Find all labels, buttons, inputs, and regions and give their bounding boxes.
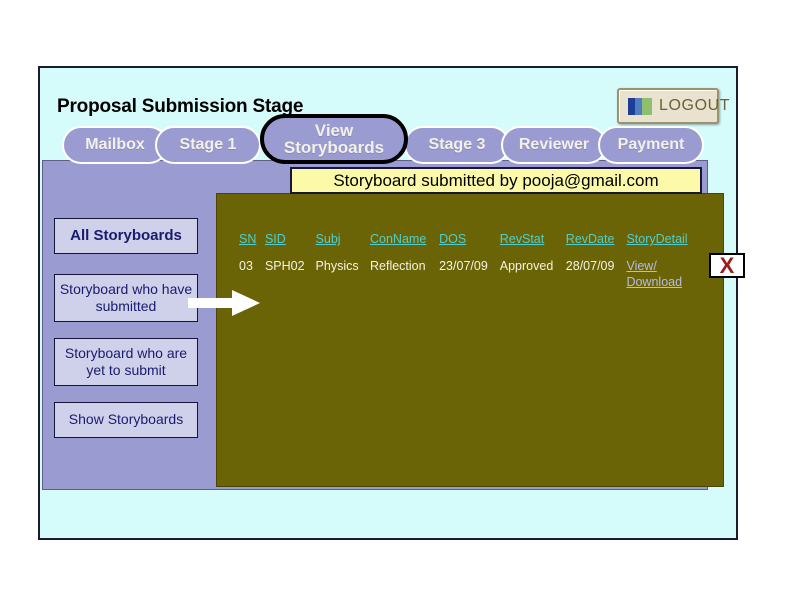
logout-button-label: LOGOUT xyxy=(659,97,731,114)
page-title: Proposal Submission Stage xyxy=(57,96,304,117)
sidebar-item-have-submitted[interactable]: Storyboard who have submitted xyxy=(54,274,198,322)
tab-mailbox[interactable]: Mailbox xyxy=(62,126,168,164)
column-header-revstat[interactable]: RevStat xyxy=(498,232,564,249)
column-header-revdate[interactable]: RevDate xyxy=(564,232,625,249)
sidebar-filter-list: All Storyboards Storyboard who have subm… xyxy=(54,218,198,438)
sidebar-item-show-storyboards[interactable]: Show Storyboards xyxy=(54,402,198,438)
tab-reviewer-label: Reviewer xyxy=(518,136,590,153)
logout-bars-icon xyxy=(628,97,652,115)
column-header-conname[interactable]: ConName xyxy=(368,232,437,249)
tab-payment[interactable]: Payment xyxy=(598,126,704,164)
tab-stage-3-label: Stage 3 xyxy=(428,136,486,153)
sidebar-item-yet-to-submit[interactable]: Storyboard who are yet to submit xyxy=(54,338,198,386)
cell-revdate: 28/07/09 xyxy=(565,259,615,273)
tab-view-storyboards-label-line1: View xyxy=(314,120,354,140)
cell-revstat: Approved xyxy=(499,259,554,273)
tab-view-storyboards-label-line2: Storyboards xyxy=(283,138,385,157)
cell-dos: 23/07/09 xyxy=(439,259,488,273)
pointer-arrow-icon xyxy=(188,290,260,316)
table-row: 03 SPH02 Physics Reflection 23/07/09 App… xyxy=(237,249,699,290)
column-header-dos[interactable]: DOS xyxy=(437,232,498,249)
sidebar-item-all-storyboards[interactable]: All Storyboards xyxy=(54,218,198,254)
tab-stage-1-label: Stage 1 xyxy=(179,136,237,153)
tab-stage-3[interactable]: Stage 3 xyxy=(404,126,510,164)
cell-conname: Reflection xyxy=(370,259,426,273)
sidebar-item-have-submitted-label: Storyboard who have submitted xyxy=(59,280,193,315)
logout-button[interactable]: LOGOUT xyxy=(617,88,730,124)
storyboards-table: SN SID Subj ConName DOS RevStat RevDate … xyxy=(237,232,699,290)
cell-sid: SPH02 xyxy=(264,259,305,273)
cell-subj: Physics xyxy=(315,259,359,273)
screenshot-root: Proposal Submission Stage LOGOUT Mailbox… xyxy=(0,0,794,595)
view-download-link-line1: View/ xyxy=(626,259,657,273)
tab-view-storyboards[interactable]: View Storyboards xyxy=(260,114,408,164)
results-panel: SN SID Subj ConName DOS RevStat RevDate … xyxy=(216,193,724,487)
column-header-subj[interactable]: Subj xyxy=(314,232,368,249)
tab-stage-1[interactable]: Stage 1 xyxy=(155,126,261,164)
cell-storydetail: View/ Download xyxy=(624,249,699,290)
sidebar-item-all-storyboards-label: All Storyboards xyxy=(70,226,182,244)
table-header-row: SN SID Subj ConName DOS RevStat RevDate … xyxy=(237,232,699,249)
view-download-link[interactable]: View/ Download xyxy=(626,259,682,290)
tab-payment-label: Payment xyxy=(617,136,685,153)
column-header-sid[interactable]: SID xyxy=(263,232,314,249)
cell-sn: 03 xyxy=(239,259,253,273)
column-header-sn[interactable]: SN xyxy=(237,232,263,249)
close-icon[interactable]: X xyxy=(709,253,745,278)
sidebar-item-show-storyboards-label: Show Storyboards xyxy=(68,411,184,428)
view-download-link-line2: Download xyxy=(626,274,683,289)
tab-reviewer[interactable]: Reviewer xyxy=(501,126,607,164)
status-banner: Storyboard submitted by pooja@gmail.com xyxy=(290,167,702,194)
sidebar-item-yet-to-submit-label: Storyboard who are yet to submit xyxy=(64,344,188,379)
column-header-storydetail[interactable]: StoryDetail xyxy=(624,232,699,249)
tab-mailbox-label: Mailbox xyxy=(85,136,145,153)
